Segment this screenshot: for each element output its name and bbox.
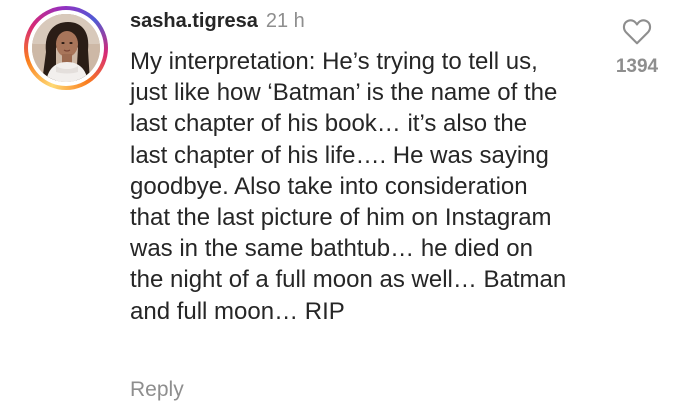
avatar[interactable] <box>32 14 100 82</box>
comment-header: sasha.tigresa 21 h <box>130 8 305 34</box>
avatar-photo <box>32 14 100 82</box>
story-ring[interactable] <box>24 6 108 90</box>
reply-button[interactable]: Reply <box>130 376 184 404</box>
timestamp[interactable]: 21 h <box>266 10 305 32</box>
comment-text: My interpretation: He’s trying to tell u… <box>130 48 567 325</box>
avatar-frame <box>28 10 104 86</box>
username[interactable]: sasha.tigresa <box>130 10 258 32</box>
heart-outline-icon[interactable] <box>622 18 652 46</box>
like-count: 1394 <box>615 56 659 77</box>
comment: sasha.tigresa 21 h My interpretation: He’… <box>0 0 700 408</box>
like-section: 1394 <box>604 18 670 78</box>
